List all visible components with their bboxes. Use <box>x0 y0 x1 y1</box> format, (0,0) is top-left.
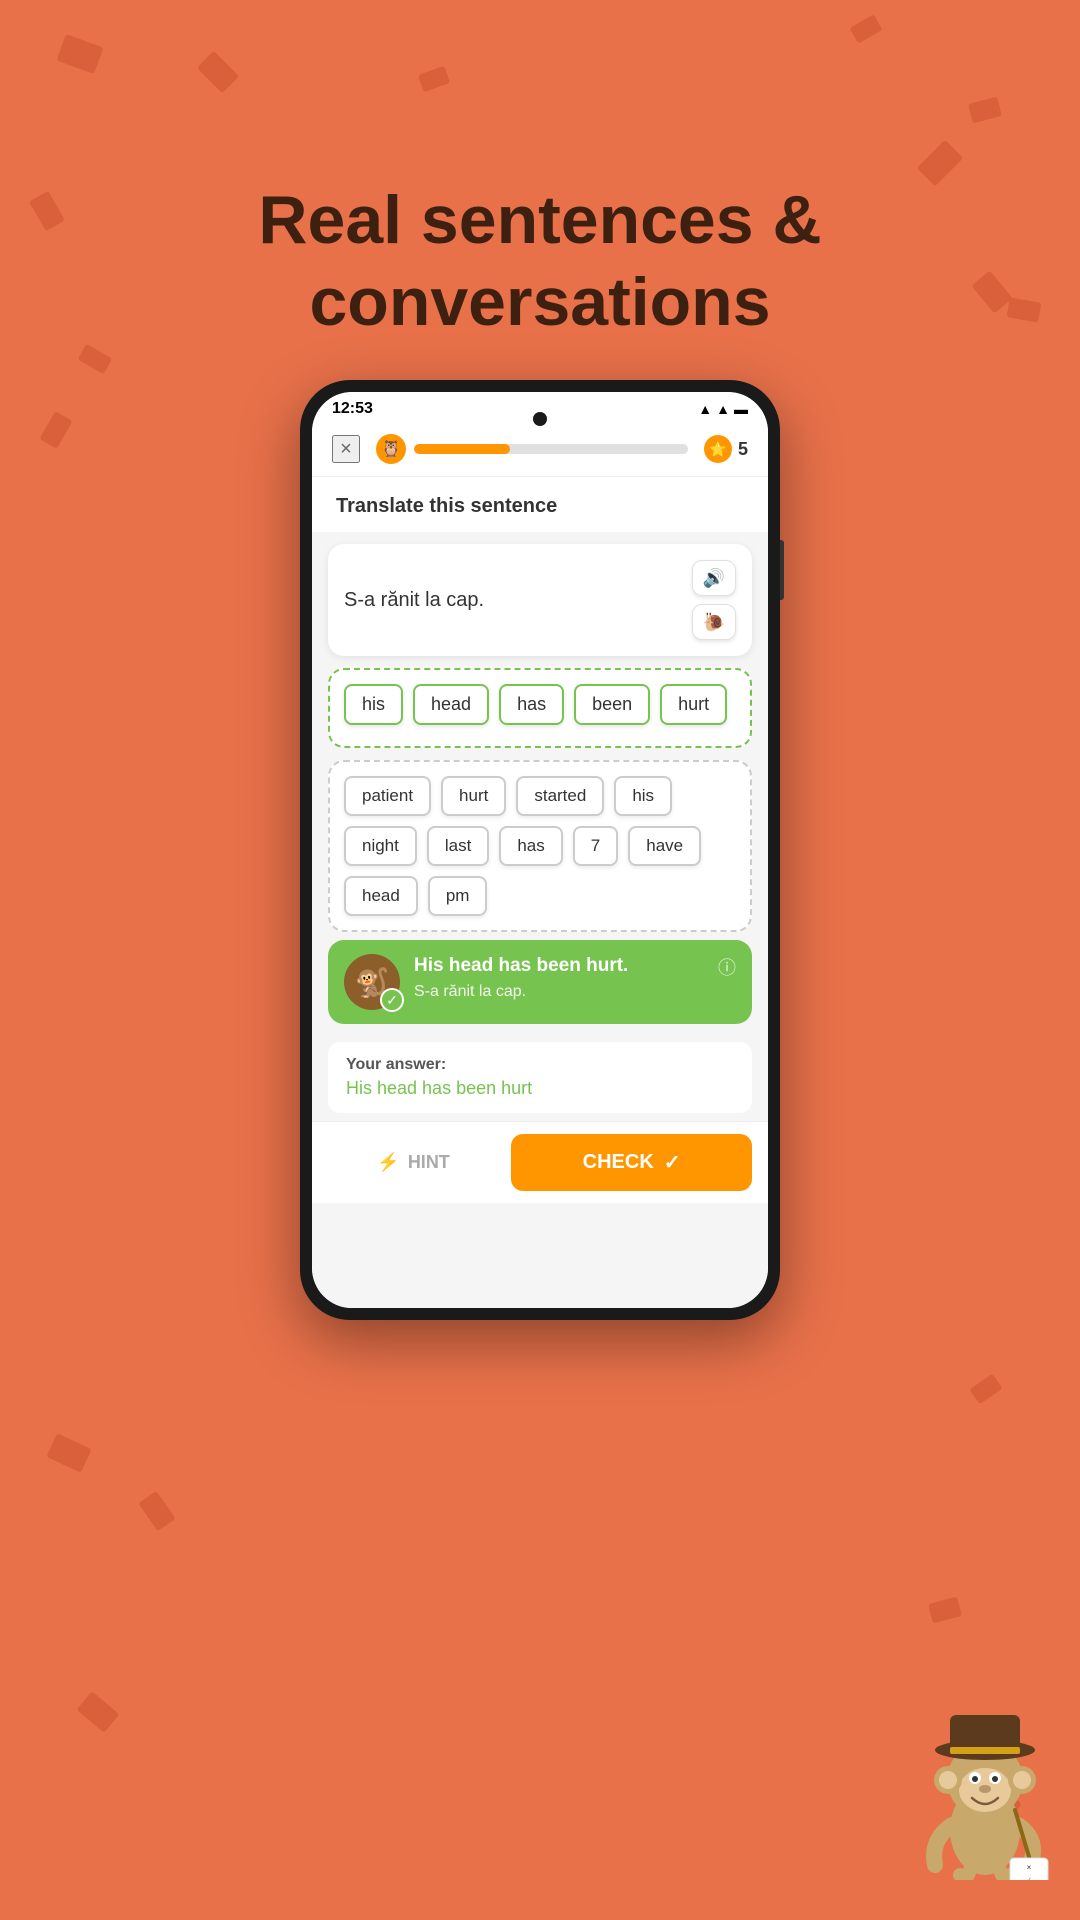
word-chip-have[interactable]: have <box>628 826 701 866</box>
status-icons: ▲ ▲ ▬ <box>698 401 748 417</box>
progress-container: 🦉 <box>376 434 688 464</box>
svg-text:×: × <box>1027 1863 1032 1872</box>
your-answer-box: Your answer: His head has been hurt <box>328 1042 752 1113</box>
result-panel: 🐒 ✓ His head has been hurt. S-a rănit la… <box>328 940 752 1024</box>
confetti-decoration <box>76 1691 119 1733</box>
status-time: 12:53 <box>332 400 373 418</box>
confetti-decoration <box>849 14 882 44</box>
wifi-icon: ▲ <box>698 401 712 417</box>
word-chip-his[interactable]: his <box>614 776 672 816</box>
answer-area[interactable]: his head has been hurt <box>328 668 752 748</box>
hint-label: HINT <box>408 1152 450 1173</box>
progress-bar-background <box>414 444 688 454</box>
confetti-decoration <box>46 1433 91 1473</box>
status-bar: 12:53 ▲ ▲ ▬ <box>312 392 768 422</box>
confetti-decoration <box>39 411 72 449</box>
selected-word-hurt[interactable]: hurt <box>660 684 727 725</box>
info-icon[interactable]: ⓘ <box>718 954 736 980</box>
sentence-text: S-a rănit la cap. <box>344 589 692 612</box>
mascot-icon: 🦉 <box>376 434 406 464</box>
coins-display: ⭐ 5 <box>704 435 748 463</box>
confetti-decoration <box>928 1596 962 1623</box>
progress-bar-fill <box>414 444 510 454</box>
exercise-instruction: Translate this sentence <box>312 477 768 532</box>
confetti-decoration <box>78 344 113 375</box>
correct-check-badge: ✓ <box>380 988 404 1012</box>
word-bank: patient hurt started his night last has … <box>328 760 752 932</box>
your-answer-label: Your answer: <box>346 1056 734 1074</box>
word-chip-patient[interactable]: patient <box>344 776 431 816</box>
check-button[interactable]: CHECK ✓ <box>511 1134 752 1191</box>
your-answer-value: His head has been hurt <box>346 1078 734 1099</box>
word-chip-hurt[interactable]: hurt <box>441 776 506 816</box>
bottom-action-bar: ⚡ HINT CHECK ✓ <box>312 1121 768 1203</box>
audio-buttons: 🔊 🐌 <box>692 560 736 640</box>
close-button[interactable]: × <box>332 435 360 463</box>
word-chip-night[interactable]: night <box>344 826 417 866</box>
word-chip-head[interactable]: head <box>344 876 418 916</box>
result-icon-container: 🐒 ✓ <box>344 954 400 1010</box>
coin-count: 5 <box>738 439 748 460</box>
camera-notch <box>533 412 547 426</box>
check-label: CHECK <box>583 1151 654 1174</box>
word-chip-pm[interactable]: pm <box>428 876 488 916</box>
power-button <box>780 540 784 600</box>
word-chip-7[interactable]: 7 <box>573 826 618 866</box>
confetti-decoration <box>56 34 103 74</box>
exercise-top-bar: × 🦉 ⭐ 5 <box>312 422 768 477</box>
check-icon: ✓ <box>664 1150 681 1175</box>
confetti-decoration <box>969 1374 1002 1405</box>
word-chip-last[interactable]: last <box>427 826 489 866</box>
page-title: Real sentences & conversations <box>0 180 1080 343</box>
sentence-card: S-a rănit la cap. 🔊 🐌 <box>328 544 752 656</box>
signal-icon: ▲ <box>716 401 730 417</box>
screen-content: Translate this sentence S-a rănit la cap… <box>312 477 768 1308</box>
confetti-decoration <box>197 51 239 93</box>
battery-icon: ▬ <box>734 401 748 417</box>
word-chip-has[interactable]: has <box>499 826 562 866</box>
hint-icon: ⚡ <box>377 1152 399 1173</box>
selected-word-has[interactable]: has <box>499 684 564 725</box>
selected-word-head[interactable]: head <box>413 684 489 725</box>
selected-word-his[interactable]: his <box>344 684 403 725</box>
selected-word-been[interactable]: been <box>574 684 650 725</box>
hint-button[interactable]: ⚡ HINT <box>328 1134 499 1191</box>
phone-mockup: 12:53 ▲ ▲ ▬ × 🦉 ⭐ 5 T <box>300 380 780 1320</box>
result-text: His head has been hurt. S-a rănit la cap… <box>414 954 704 1001</box>
audio-normal-button[interactable]: 🔊 <box>692 560 736 596</box>
confetti-decoration <box>418 66 450 92</box>
confetti-decoration <box>968 96 1002 123</box>
correct-answer-text: His head has been hurt. <box>414 954 704 979</box>
svg-text:✓: ✓ <box>1026 1877 1032 1880</box>
word-chip-started[interactable]: started <box>516 776 604 816</box>
phone-screen: 12:53 ▲ ▲ ▬ × 🦉 ⭐ 5 T <box>312 392 768 1308</box>
result-translation-text: S-a rănit la cap. <box>414 983 704 1001</box>
audio-slow-button[interactable]: 🐌 <box>692 604 736 640</box>
confetti-decoration <box>138 1491 176 1531</box>
monkey-mascot-decoration: × ✓ <box>920 1680 1050 1880</box>
coin-icon: ⭐ <box>704 435 732 463</box>
